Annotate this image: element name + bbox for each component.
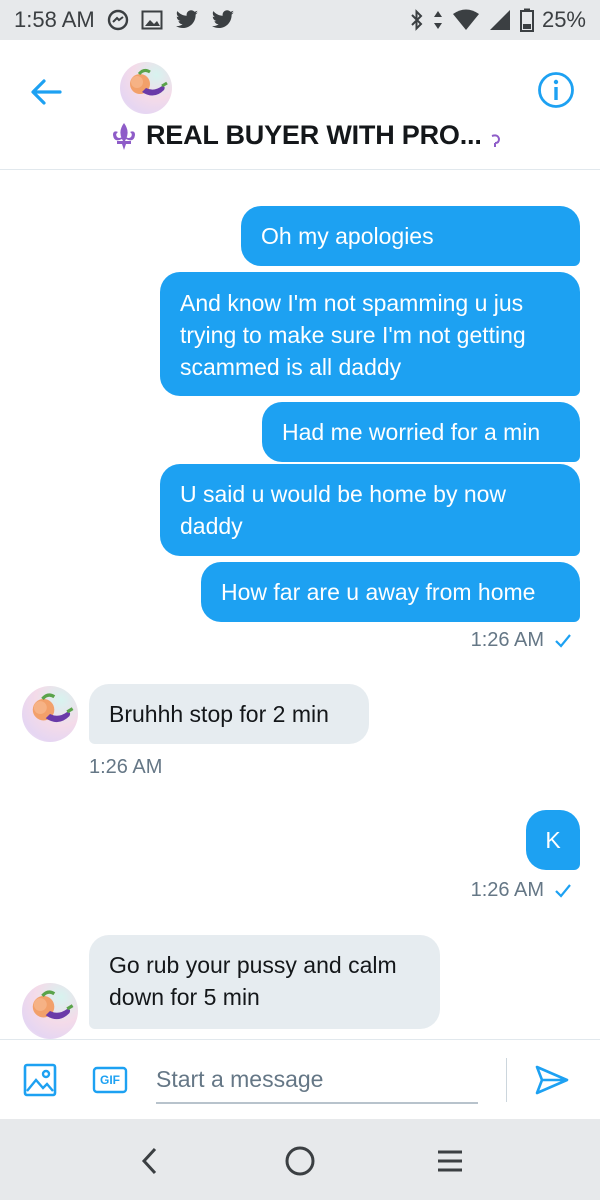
message-timestamp: 1:26 AM <box>89 756 163 778</box>
peach-eggplant-icon <box>32 990 74 1020</box>
back-arrow-icon <box>31 79 62 105</box>
info-icon <box>538 72 574 108</box>
message-bubble-outgoing[interactable]: K <box>526 810 580 870</box>
avatar[interactable] <box>22 983 78 1039</box>
sent-check-icon <box>555 633 571 648</box>
sent-check-icon <box>555 883 571 898</box>
message-timestamp: 1:26 AM <box>471 629 572 652</box>
data-arrows-icon <box>432 9 444 31</box>
avatar[interactable] <box>120 62 172 114</box>
nav-back-button[interactable] <box>128 1139 172 1183</box>
status-time: 1:58 AM <box>14 7 95 32</box>
image-icon <box>23 1063 57 1097</box>
wifi-icon <box>452 9 480 31</box>
system-nav-bar <box>0 1119 600 1200</box>
gallery-icon <box>141 10 163 30</box>
composer-divider <box>506 1058 507 1102</box>
send-button[interactable] <box>530 1060 574 1100</box>
conversation-title[interactable]: REAL BUYER WITH PRO... <box>110 120 502 151</box>
fleur-de-lis-icon <box>113 122 135 150</box>
add-image-button[interactable] <box>20 1060 60 1100</box>
twitter-icon <box>175 10 199 30</box>
message-bubble-incoming[interactable]: Go rub your pussy and calm down for 5 mi… <box>89 935 440 1029</box>
battery-icon <box>519 8 534 32</box>
nav-home-button[interactable] <box>278 1139 322 1183</box>
message-bubble-incoming[interactable]: Bruhhh stop for 2 min <box>89 684 369 744</box>
info-button[interactable] <box>534 68 578 112</box>
message-bubble-outgoing[interactable]: And know I'm not spamming u jus trying t… <box>160 272 580 396</box>
back-button[interactable] <box>24 70 68 114</box>
message-list[interactable]: Oh my apologies And know I'm not spammin… <box>0 171 600 1039</box>
message-composer: GIF <box>0 1039 600 1119</box>
messenger-icon <box>107 9 129 31</box>
conversation-title-text: REAL BUYER WITH PRO... <box>146 120 482 150</box>
peach-eggplant-icon <box>130 68 168 96</box>
battery-percent: 25% <box>541 7 586 32</box>
peach-eggplant-icon <box>32 693 74 723</box>
message-timestamp: 1:26 AM <box>471 879 572 902</box>
gif-label: GIF <box>100 1073 120 1087</box>
send-icon <box>535 1065 569 1095</box>
nav-menu-icon <box>438 1150 462 1172</box>
message-bubble-outgoing[interactable]: Oh my apologies <box>241 206 580 266</box>
signal-icon <box>488 9 512 31</box>
nav-back-icon <box>141 1147 157 1175</box>
nav-home-icon <box>285 1146 315 1176</box>
twitter-icon <box>211 10 235 30</box>
avatar[interactable] <box>22 686 78 742</box>
message-bubble-outgoing[interactable]: U said u would be home by now daddy <box>160 464 580 556</box>
status-bar: 1:58 AM 25% <box>0 0 600 40</box>
conversation-header: REAL BUYER WITH PRO... <box>0 40 600 170</box>
fleur-de-lis-icon <box>491 133 500 147</box>
message-bubble-outgoing[interactable]: Had me worried for a min <box>262 402 580 462</box>
nav-menu-button[interactable] <box>428 1139 472 1183</box>
message-input[interactable] <box>156 1056 478 1104</box>
message-bubble-outgoing[interactable]: How far are u away from home <box>201 562 580 622</box>
gif-button[interactable]: GIF <box>90 1062 130 1098</box>
bluetooth-icon <box>410 9 424 31</box>
